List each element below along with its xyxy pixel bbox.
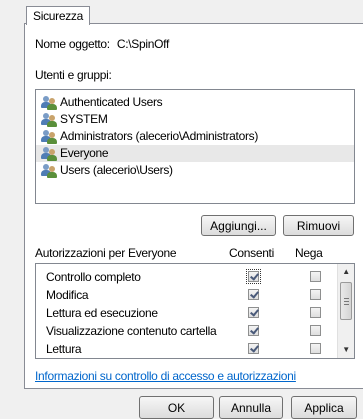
- access-control-info-link[interactable]: Informazioni su controllo di accesso e a…: [35, 369, 296, 383]
- scroll-up-icon[interactable]: ▲: [338, 264, 354, 280]
- permissions-scrollbar[interactable]: ▲ ▼: [337, 264, 354, 358]
- deny-checkbox[interactable]: [310, 271, 321, 282]
- permission-label: Modifica: [46, 288, 89, 302]
- users-group-icon: [41, 163, 57, 178]
- permissions-list: Controllo completo Modifica Lettura ed ese…: [35, 263, 355, 359]
- deny-checkbox[interactable]: [310, 325, 321, 336]
- users-group-icon: [41, 95, 57, 110]
- permission-label: Controllo completo: [46, 270, 141, 284]
- object-name-value: C:\SpinOff: [116, 37, 170, 51]
- user-group-name: Everyone: [60, 146, 109, 160]
- object-name: Nome oggetto: C:\SpinOff: [35, 37, 169, 51]
- permission-row: Lettura: [36, 340, 336, 358]
- permission-row-clipped: [36, 358, 336, 359]
- users-group-icon: [41, 112, 57, 127]
- deny-column-header: Nega: [295, 246, 323, 260]
- scroll-thumb[interactable]: [340, 282, 352, 320]
- users-groups-list[interactable]: Authenticated Users SYSTEM Administrators …: [35, 89, 355, 204]
- user-group-item[interactable]: Authenticated Users: [36, 94, 354, 111]
- user-group-item[interactable]: SYSTEM: [36, 111, 354, 128]
- groups-label: Utenti e gruppi:: [35, 68, 112, 82]
- permission-label: Lettura: [46, 342, 82, 356]
- user-group-item[interactable]: Administrators (alecerio\Administrators): [36, 128, 354, 145]
- scroll-down-icon[interactable]: ▼: [338, 342, 354, 358]
- permission-row: Modifica: [36, 286, 336, 304]
- deny-checkbox[interactable]: [310, 307, 321, 318]
- object-name-label: Nome oggetto:: [35, 37, 110, 51]
- user-group-item[interactable]: Everyone: [36, 145, 354, 162]
- permissions-header: Autorizzazioni per Everyone: [35, 246, 177, 260]
- users-group-icon: [41, 129, 57, 144]
- permission-row: Controllo completo: [36, 268, 336, 286]
- user-group-item[interactable]: Users (alecerio\Users): [36, 162, 354, 179]
- allow-checkbox[interactable]: [248, 325, 259, 336]
- allow-column-header: Consenti: [229, 246, 274, 260]
- allow-checkbox[interactable]: [248, 307, 259, 318]
- ok-button[interactable]: OK: [139, 396, 214, 419]
- user-group-name: Authenticated Users: [60, 95, 163, 109]
- remove-button[interactable]: Rimuovi: [283, 215, 354, 236]
- permission-row: Lettura ed esecuzione: [36, 304, 336, 322]
- permission-label: Lettura ed esecuzione: [46, 306, 158, 320]
- permission-label: Visualizzazione contenuto cartella: [46, 324, 217, 338]
- allow-checkbox[interactable]: [248, 343, 259, 354]
- user-group-name: SYSTEM: [60, 112, 108, 126]
- deny-checkbox[interactable]: [310, 343, 321, 354]
- permission-row: Visualizzazione contenuto cartella: [36, 322, 336, 340]
- apply-button[interactable]: Applica: [291, 396, 357, 419]
- user-group-name: Administrators (alecerio\Administrators): [60, 129, 259, 143]
- cancel-button[interactable]: Annulla: [219, 396, 283, 419]
- tab-sicurezza[interactable]: Sicurezza: [26, 6, 90, 25]
- allow-checkbox[interactable]: [246, 269, 261, 284]
- deny-checkbox[interactable]: [310, 289, 321, 300]
- user-group-name: Users (alecerio\Users): [60, 163, 173, 177]
- allow-checkbox[interactable]: [248, 289, 259, 300]
- add-button[interactable]: Aggiungi...: [201, 215, 276, 236]
- users-group-icon: [41, 146, 57, 161]
